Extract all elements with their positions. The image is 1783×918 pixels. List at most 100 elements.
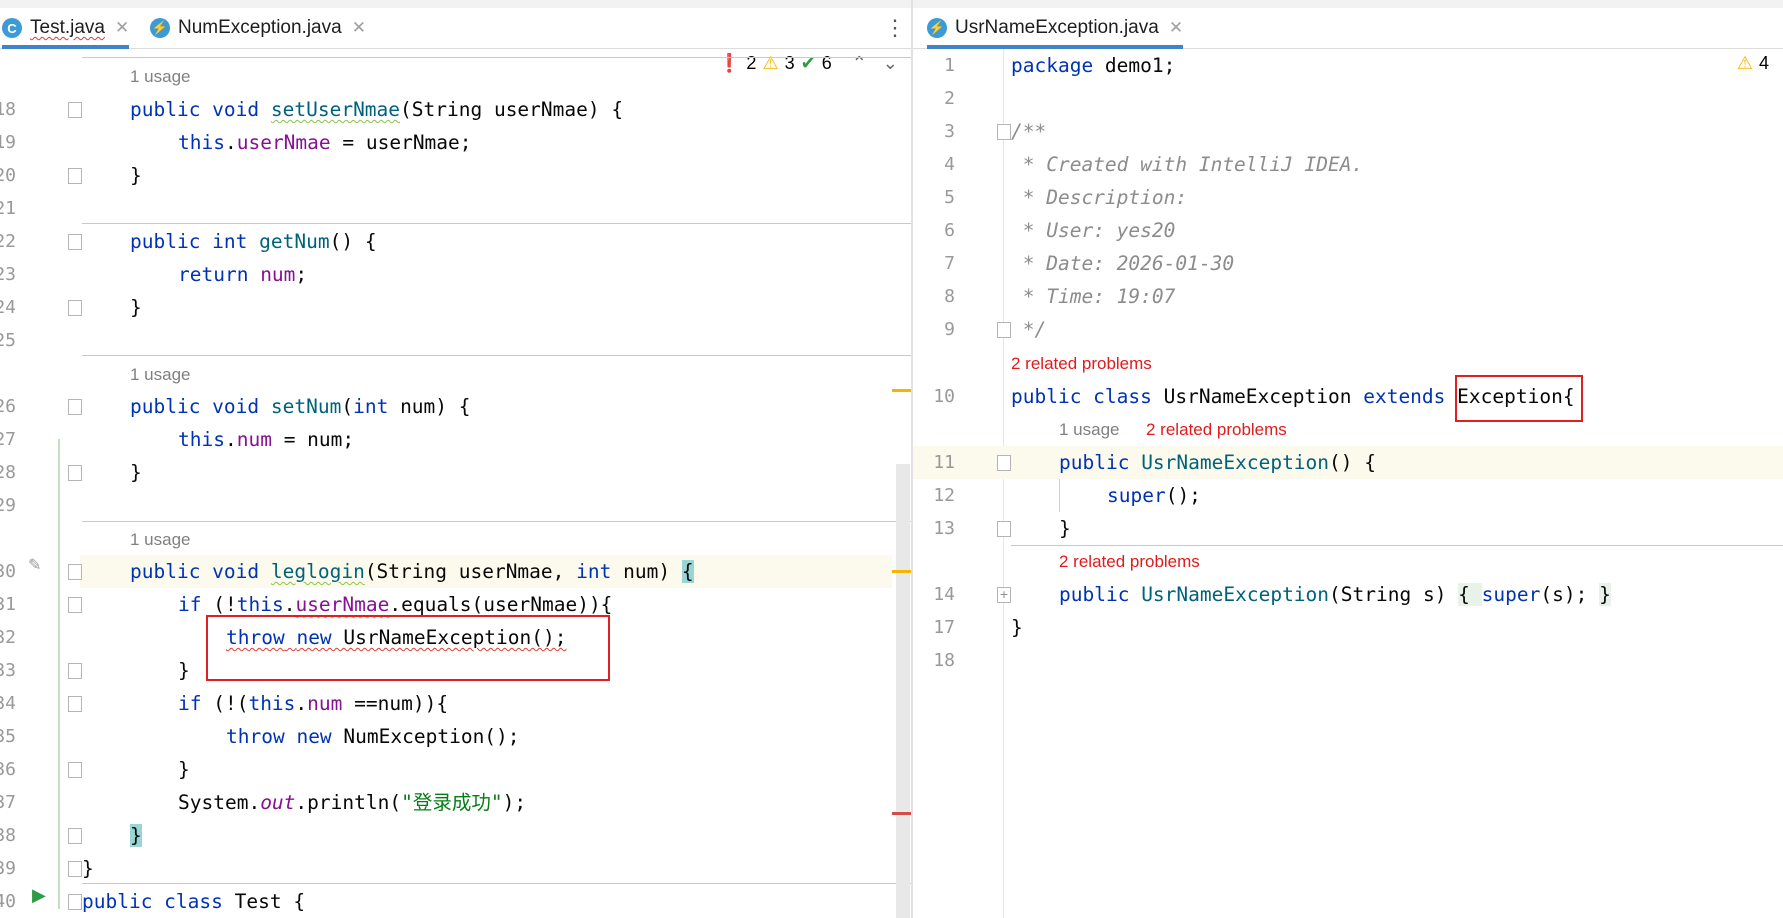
- warning-marker[interactable]: [892, 570, 912, 573]
- tab-label: Test.java: [30, 17, 105, 38]
- fold-icon[interactable]: [68, 300, 82, 316]
- annotation-highlight-box: [206, 615, 610, 681]
- code-line: }: [130, 296, 142, 319]
- error-marker[interactable]: [892, 812, 912, 815]
- tab-test-java[interactable]: C Test.java ✕: [2, 8, 130, 49]
- code-line: public class Test {: [82, 890, 306, 913]
- comment-line: /**: [1011, 120, 1047, 143]
- fold-icon[interactable]: [997, 322, 1011, 338]
- tab-label: UsrNameException.java: [955, 17, 1159, 38]
- usage-hint[interactable]: 1 usage: [130, 365, 191, 385]
- line-number: 27: [0, 429, 16, 450]
- line-number: 32: [0, 627, 16, 648]
- usage-hint[interactable]: 1 usage: [1059, 420, 1120, 440]
- fold-icon[interactable]: [68, 762, 82, 778]
- method-separator: [82, 223, 912, 224]
- line-number: 6: [944, 220, 955, 241]
- line-number: 35: [0, 726, 16, 747]
- code-line: throw new NumException();: [226, 725, 520, 748]
- right-code-editor[interactable]: ⚠ 4 1 2 3 4 5 6 7 8 9 10 11 12 13 14 17 …: [913, 49, 1783, 918]
- expand-icon[interactable]: +: [997, 587, 1011, 603]
- usage-hint[interactable]: 1 usage: [130, 67, 191, 87]
- scrollbar[interactable]: [896, 464, 910, 918]
- code-line: package demo1;: [1011, 54, 1176, 77]
- fold-icon[interactable]: [68, 861, 82, 877]
- related-problems-hint[interactable]: 2 related problems: [1146, 420, 1287, 440]
- edit-annotation-icon[interactable]: ✎: [28, 555, 41, 574]
- code-line: public UsrNameException() {: [1059, 451, 1376, 474]
- line-number: 31: [0, 594, 16, 615]
- line-number: 33: [0, 660, 16, 681]
- close-icon[interactable]: ✕: [115, 18, 129, 38]
- fold-icon[interactable]: [997, 124, 1011, 140]
- tab-usrnameexception-java[interactable]: ⚡ UsrNameException.java ✕: [927, 8, 1184, 49]
- method-separator: [82, 883, 912, 884]
- right-editor-pane: ⚡ UsrNameException.java ✕ ⚠ 4 1 2 3 4 5 …: [913, 0, 1783, 918]
- fold-icon[interactable]: [997, 521, 1011, 537]
- line-number: 28: [0, 462, 16, 483]
- fold-icon[interactable]: [68, 564, 82, 580]
- line-number: 12: [933, 485, 955, 506]
- warning-marker[interactable]: [892, 389, 912, 392]
- code-line: }: [130, 461, 142, 484]
- left-code-editor[interactable]: ❗ 2 ⚠ 3 ✔ 6 ⌃ ⌄ 1 usage 1 usage 1 usage …: [0, 49, 912, 918]
- fold-icon[interactable]: [68, 597, 82, 613]
- line-number: 24: [0, 297, 16, 318]
- line-number: 25: [0, 330, 16, 351]
- line-number: 18: [933, 650, 955, 671]
- more-tabs-icon[interactable]: ⋮: [884, 8, 906, 48]
- line-number: 22: [0, 231, 16, 252]
- code-line: this.userNmae = userNmae;: [178, 131, 472, 154]
- right-tab-bar: ⚡ UsrNameException.java ✕: [913, 8, 1783, 49]
- line-number: 29: [0, 495, 16, 516]
- line-number: 34: [0, 693, 16, 714]
- comment-line: * Time: 19:07: [1011, 285, 1176, 308]
- fold-icon[interactable]: [68, 102, 82, 118]
- code-line: }: [130, 164, 142, 187]
- fold-icon[interactable]: [68, 168, 82, 184]
- code-line: }: [130, 824, 142, 847]
- fold-icon[interactable]: [68, 894, 82, 910]
- fold-icon[interactable]: [68, 234, 82, 250]
- usage-hint[interactable]: 1 usage: [130, 530, 191, 550]
- indent-guide: [1059, 479, 1060, 512]
- fold-icon[interactable]: [68, 663, 82, 679]
- close-icon[interactable]: ✕: [352, 18, 366, 38]
- tab-numexception-java[interactable]: ⚡ NumException.java ✕: [150, 8, 366, 48]
- comment-line: * Created with IntelliJ IDEA.: [1011, 153, 1364, 176]
- line-number: 37: [0, 792, 16, 813]
- line-number: 13: [933, 518, 955, 539]
- related-problems-hint[interactable]: 2 related problems: [1011, 354, 1152, 374]
- fold-icon[interactable]: [68, 399, 82, 415]
- comment-line: * Description:: [1011, 186, 1188, 209]
- inspection-widget[interactable]: ⚠ 4: [1737, 53, 1769, 74]
- line-number: 30: [0, 561, 16, 582]
- close-icon[interactable]: ✕: [1169, 18, 1183, 38]
- tab-label: NumException.java: [178, 17, 342, 38]
- annotation-highlight-box: [1455, 375, 1583, 422]
- line-number: 8: [944, 286, 955, 307]
- line-number: 7: [944, 253, 955, 274]
- exception-class-icon: ⚡: [927, 18, 947, 38]
- exception-class-icon: ⚡: [150, 18, 170, 38]
- fold-icon[interactable]: [68, 696, 82, 712]
- code-line: public int getNum() {: [130, 230, 377, 253]
- line-number: 14: [933, 584, 955, 605]
- fold-icon[interactable]: [68, 465, 82, 481]
- method-separator: [1011, 545, 1783, 546]
- code-line: }: [82, 857, 94, 880]
- change-marker: [58, 439, 60, 909]
- line-number: 9: [944, 319, 955, 340]
- code-line: public UsrNameException(String s) { supe…: [1059, 583, 1611, 606]
- warning-icon: ⚠: [1736, 53, 1753, 73]
- line-number: 20: [0, 165, 16, 186]
- line-number: 3: [944, 121, 955, 142]
- line-number: 4: [944, 154, 955, 175]
- fold-icon[interactable]: [997, 455, 1011, 471]
- related-problems-hint[interactable]: 2 related problems: [1059, 552, 1200, 572]
- fold-icon[interactable]: [68, 828, 82, 844]
- code-line: super();: [1107, 484, 1201, 507]
- run-icon[interactable]: ▶: [32, 885, 46, 906]
- code-line: public void setNum(int num) {: [130, 395, 471, 418]
- line-number: 10: [933, 386, 955, 407]
